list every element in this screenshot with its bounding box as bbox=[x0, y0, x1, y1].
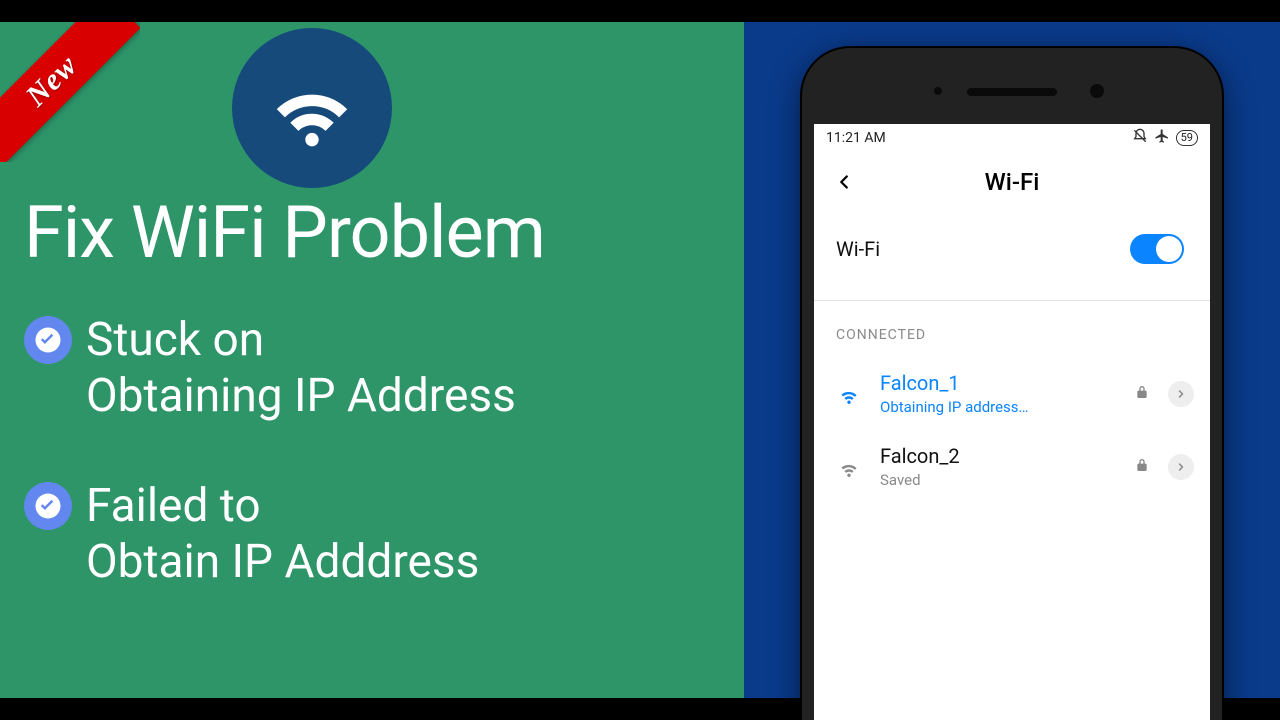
letterbox-top bbox=[0, 0, 1280, 22]
headline: Fix WiFi Problem bbox=[24, 190, 545, 275]
status-time: 11:21 AM bbox=[826, 130, 886, 146]
chevron-right-icon[interactable] bbox=[1168, 381, 1194, 407]
check-icon bbox=[24, 316, 72, 364]
wifi-signal-icon bbox=[836, 455, 862, 479]
wifi-icon bbox=[232, 28, 392, 188]
network-row[interactable]: Falcon_2 Saved bbox=[814, 430, 1210, 503]
airplane-icon bbox=[1154, 128, 1170, 148]
chevron-right-icon[interactable] bbox=[1168, 454, 1194, 480]
network-row[interactable]: Falcon_1 Obtaining IP address… bbox=[814, 357, 1210, 430]
phone-frame: 11:21 AM 59 bbox=[802, 48, 1222, 720]
page-title: Wi-Fi bbox=[864, 168, 1160, 196]
lock-icon bbox=[1134, 384, 1150, 404]
check-icon bbox=[24, 482, 72, 530]
phone-screen: 11:21 AM 59 bbox=[814, 124, 1210, 720]
settings-header: Wi-Fi bbox=[814, 152, 1210, 204]
new-badge: New bbox=[0, 22, 140, 162]
network-status: Saved bbox=[880, 471, 1116, 489]
status-bar: 11:21 AM 59 bbox=[814, 124, 1210, 152]
network-name: Falcon_1 bbox=[880, 371, 1116, 395]
wifi-toggle-label: Wi-Fi bbox=[836, 237, 880, 261]
back-button[interactable] bbox=[832, 170, 856, 194]
battery-indicator: 59 bbox=[1176, 130, 1198, 146]
wifi-toggle-switch[interactable] bbox=[1130, 234, 1184, 264]
left-panel: New Fix WiFi Problem Stuck on Obtaining … bbox=[0, 22, 744, 698]
phone-bezel-top bbox=[814, 60, 1210, 124]
bullet-text: Stuck on Obtaining IP Address bbox=[86, 312, 516, 424]
bullet-text: Failed to Obtain IP Adddress bbox=[86, 478, 479, 590]
mute-icon bbox=[1132, 128, 1148, 148]
network-status: Obtaining IP address… bbox=[880, 398, 1116, 416]
right-panel: 11:21 AM 59 bbox=[744, 22, 1280, 698]
wifi-signal-icon bbox=[836, 382, 862, 406]
lock-icon bbox=[1134, 457, 1150, 477]
wifi-toggle-row: Wi-Fi bbox=[814, 204, 1210, 294]
bullet-item: Stuck on Obtaining IP Address bbox=[24, 312, 734, 424]
new-badge-label: New bbox=[19, 48, 84, 113]
network-name: Falcon_2 bbox=[880, 444, 1116, 468]
bullet-item: Failed to Obtain IP Adddress bbox=[24, 478, 734, 590]
section-label: CONNECTED bbox=[814, 301, 1210, 357]
